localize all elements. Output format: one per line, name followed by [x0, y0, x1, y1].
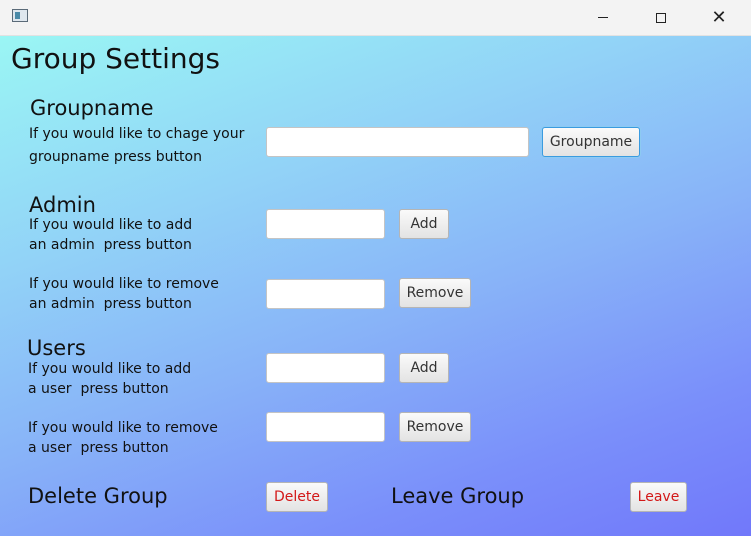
minimize-button[interactable]	[580, 0, 626, 35]
maximize-button[interactable]	[638, 0, 684, 35]
admin-add-input[interactable]	[266, 209, 385, 239]
leave-group-button[interactable]: Leave	[630, 482, 687, 512]
delete-group-label: Delete Group	[28, 484, 168, 508]
group-settings-panel: Group Settings Groupname If you would li…	[0, 36, 751, 536]
admin-remove-button[interactable]: Remove	[399, 278, 471, 308]
maximize-icon	[656, 12, 666, 23]
users-section-title: Users	[27, 336, 86, 360]
groupname-input[interactable]	[266, 127, 529, 157]
delete-group-button[interactable]: Delete	[266, 482, 328, 512]
title-bar: ✕	[0, 0, 751, 36]
admin-remove-description: If you would like to remove an admin pre…	[29, 276, 219, 312]
users-remove-description: If you would like to remove a user press…	[28, 420, 218, 456]
admin-section-title: Admin	[29, 193, 96, 217]
page-title: Group Settings	[11, 42, 220, 75]
groupname-button[interactable]: Groupname	[542, 127, 640, 157]
admin-add-button[interactable]: Add	[399, 209, 449, 239]
admin-add-description: If you would like to add an admin press …	[29, 217, 193, 253]
users-remove-input[interactable]	[266, 412, 385, 442]
minimize-icon	[598, 17, 608, 18]
users-add-button[interactable]: Add	[399, 353, 449, 383]
groupname-description: If you would like to chage your groupnam…	[29, 126, 245, 165]
users-add-description: If you would like to add a user press bu…	[28, 361, 192, 397]
admin-remove-input[interactable]	[266, 279, 385, 309]
groupname-section-title: Groupname	[30, 96, 154, 120]
close-button[interactable]: ✕	[696, 0, 742, 35]
leave-group-label: Leave Group	[391, 484, 525, 508]
app-icon	[12, 9, 28, 22]
users-remove-button[interactable]: Remove	[399, 412, 471, 442]
users-add-input[interactable]	[266, 353, 385, 383]
close-icon: ✕	[711, 6, 727, 28]
